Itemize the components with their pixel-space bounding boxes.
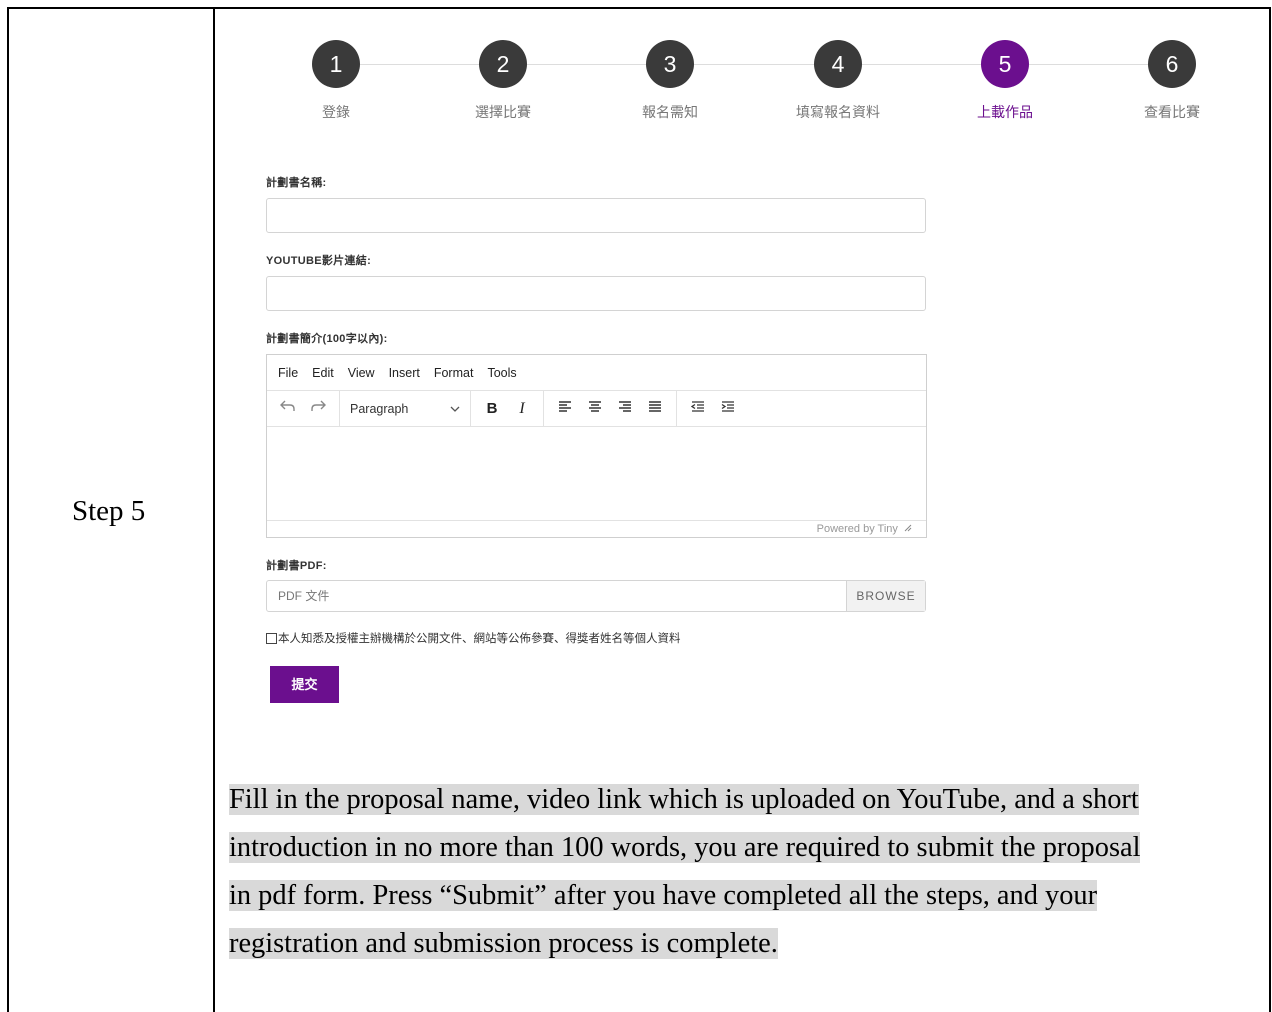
step-3[interactable]: 3 報名需知: [590, 40, 750, 122]
youtube-link-input[interactable]: [266, 276, 926, 311]
step-label: 報名需知: [642, 104, 698, 120]
outdent-icon[interactable]: [683, 400, 713, 418]
history-group: [267, 391, 340, 426]
paragraph-select-value: Paragraph: [350, 401, 409, 416]
step-4[interactable]: 4 填寫報名資料: [758, 40, 918, 122]
step-number: 6: [1148, 40, 1196, 88]
menu-insert[interactable]: Insert: [389, 366, 420, 380]
step-label: 登錄: [322, 104, 350, 120]
undo-icon[interactable]: [273, 399, 303, 418]
consent-text: 本人知悉及授權主辦機構於公開文件、網站等公佈參賽、得獎者姓名等個人資料: [278, 633, 681, 645]
intro-label: 計劃書簡介(100字以內):: [266, 333, 388, 345]
alignment-group: [544, 391, 677, 426]
editor-menubar: File Edit View Insert Format Tools: [267, 355, 926, 391]
rich-text-editor: File Edit View Insert Format Tools Parag…: [266, 354, 927, 538]
text-style-group: B I: [471, 391, 544, 426]
step-2[interactable]: 2 選擇比賽: [423, 40, 583, 122]
menu-view[interactable]: View: [348, 366, 375, 380]
pdf-label: 計劃書PDF:: [266, 560, 327, 572]
proposal-name-label: 計劃書名稱:: [266, 177, 327, 189]
step-number: 4: [814, 40, 862, 88]
step-label: 填寫報名資料: [796, 104, 880, 120]
editor-content-area[interactable]: [267, 427, 926, 520]
step-number: 2: [479, 40, 527, 88]
pdf-file-placeholder: PDF 文件: [278, 589, 330, 603]
browse-button[interactable]: BROWSE: [846, 581, 925, 611]
step-6[interactable]: 6 查看比賽: [1092, 40, 1252, 122]
chevron-down-icon: [450, 402, 460, 416]
editor-statusbar: Powered by Tiny: [267, 520, 926, 537]
step-1[interactable]: 1 登錄: [256, 40, 416, 122]
step-description: Fill in the proposal name, video link wh…: [229, 776, 1269, 968]
submit-button[interactable]: 提交: [270, 666, 339, 703]
step-label: 查看比賽: [1144, 104, 1200, 120]
progress-stepper: 1 登錄 2 選擇比賽 3 報名需知 4 填寫報名資料 5 上載作品 6 查看比…: [252, 40, 1256, 130]
step-label: 上載作品: [977, 104, 1033, 120]
table-border-left: [7, 7, 9, 1012]
align-left-icon[interactable]: [550, 400, 580, 418]
bold-button[interactable]: B: [477, 400, 507, 417]
editor-toolbar: Paragraph B I: [267, 391, 926, 427]
consent-row: 本人知悉及授權主辦機構於公開文件、網站等公佈參賽、得獎者姓名等個人資料: [266, 630, 681, 646]
resize-handle-icon[interactable]: [904, 521, 912, 537]
redo-icon[interactable]: [303, 399, 333, 418]
youtube-link-label: YOUTUBE影片連結:: [266, 255, 372, 267]
description-line: Fill in the proposal name, video link wh…: [229, 784, 1139, 815]
step-5-active[interactable]: 5 上載作品: [925, 40, 1085, 122]
italic-button[interactable]: I: [507, 400, 537, 418]
step-label: 選擇比賽: [475, 104, 531, 120]
align-justify-icon[interactable]: [640, 400, 670, 418]
align-right-icon[interactable]: [610, 400, 640, 418]
indent-icon[interactable]: [713, 400, 743, 418]
paragraph-select[interactable]: Paragraph: [346, 402, 464, 416]
proposal-name-input[interactable]: [266, 198, 926, 233]
step-number: 3: [646, 40, 694, 88]
block-format-group: Paragraph: [340, 391, 471, 426]
powered-by-link[interactable]: Powered by Tiny: [817, 523, 898, 535]
step-number: 5: [981, 40, 1029, 88]
menu-tools[interactable]: Tools: [487, 366, 516, 380]
row-label: Step 5: [72, 495, 146, 527]
description-line: in pdf form. Press “Submit” after you ha…: [229, 880, 1098, 911]
consent-checkbox[interactable]: [266, 632, 277, 644]
step-number: 1: [312, 40, 360, 88]
column-divider: [213, 7, 215, 1012]
table-border-top: [7, 7, 1271, 9]
indent-group: [677, 391, 749, 426]
description-line: introduction in no more than 100 words, …: [229, 832, 1141, 863]
align-center-icon[interactable]: [580, 400, 610, 418]
menu-format[interactable]: Format: [434, 366, 474, 380]
menu-file[interactable]: File: [278, 366, 298, 380]
menu-edit[interactable]: Edit: [312, 366, 334, 380]
description-line: registration and submission process is c…: [229, 928, 778, 959]
table-border-right: [1269, 7, 1271, 1012]
pdf-file-input[interactable]: PDF 文件 BROWSE: [266, 580, 926, 612]
